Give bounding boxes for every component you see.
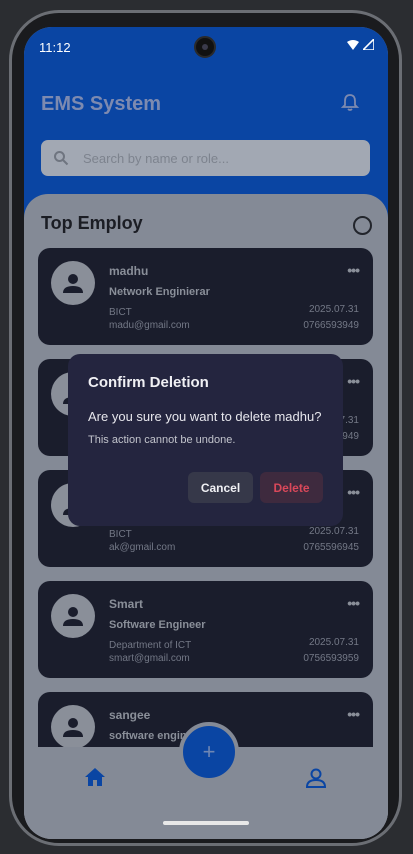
status-time: 11:12 xyxy=(39,40,71,55)
employee-department: BICT xyxy=(109,529,132,540)
wifi-icon xyxy=(347,39,359,50)
more-options-icon[interactable]: ••• xyxy=(347,595,360,611)
front-camera xyxy=(194,36,216,58)
employee-department: Department of ICT xyxy=(109,640,192,651)
more-options-icon[interactable]: ••• xyxy=(347,262,360,278)
employee-email: madu@gmail.com xyxy=(109,320,190,331)
employee-date: 2025.07.31 xyxy=(308,526,359,537)
employee-department: BICT xyxy=(109,307,132,318)
employee-email: ak@gmail.com xyxy=(109,542,176,553)
dialog-message: Are you sure you want to delete madhu? xyxy=(88,409,322,424)
more-options-icon[interactable]: ••• xyxy=(347,373,360,389)
person-icon xyxy=(63,607,83,626)
status-bar: 11:12 xyxy=(24,27,388,67)
section-title: Top Employ xyxy=(41,213,143,233)
status-icons xyxy=(347,39,374,50)
app-screen: 11:12 EMS System Top Employ madhu Networ… xyxy=(24,27,388,839)
person-icon xyxy=(63,718,83,737)
employee-name: sangee xyxy=(109,708,151,722)
search-bar[interactable] xyxy=(41,140,370,176)
employee-date: 2025.07.31 xyxy=(308,637,359,648)
employee-phone: 0765596945 xyxy=(303,542,359,553)
refresh-icon[interactable] xyxy=(353,216,372,235)
employee-card[interactable]: Smart Software Engineer Department of IC… xyxy=(38,581,373,678)
add-employee-button[interactable]: + xyxy=(179,722,239,782)
employee-role: Network Enginierar xyxy=(109,286,210,298)
employee-email: smart@gmail.com xyxy=(109,653,190,664)
search-icon xyxy=(54,151,69,166)
more-options-icon[interactable]: ••• xyxy=(347,484,360,500)
profile-icon[interactable] xyxy=(305,767,327,789)
delete-button[interactable]: Delete xyxy=(260,472,323,503)
signal-icon xyxy=(363,39,374,50)
confirm-delete-dialog: Confirm Deletion Are you sure you want t… xyxy=(68,354,343,526)
employee-role: Software Engineer xyxy=(109,619,206,631)
dialog-title: Confirm Deletion xyxy=(88,374,209,391)
employee-name: madhu xyxy=(109,264,149,278)
dialog-subtext: This action cannot be undone. xyxy=(88,434,236,446)
person-icon xyxy=(63,274,83,293)
more-options-icon[interactable]: ••• xyxy=(347,706,360,722)
search-input[interactable] xyxy=(81,149,335,167)
employee-phone: 0766593949 xyxy=(303,320,359,331)
employee-card[interactable]: madhu Network Enginierar BICT madu@gmail… xyxy=(38,248,373,345)
cancel-button[interactable]: Cancel xyxy=(188,472,253,503)
app-title: EMS System xyxy=(41,93,162,115)
avatar xyxy=(51,261,95,305)
home-icon[interactable] xyxy=(84,767,106,787)
employee-phone: 0756593959 xyxy=(303,653,359,664)
bell-icon[interactable] xyxy=(340,93,360,113)
avatar xyxy=(51,705,95,749)
avatar xyxy=(51,594,95,638)
home-indicator[interactable] xyxy=(163,821,249,825)
employee-date: 2025.07.31 xyxy=(308,304,359,315)
employee-name: Smart xyxy=(109,597,144,611)
employee-role: software engin xyxy=(109,730,187,742)
